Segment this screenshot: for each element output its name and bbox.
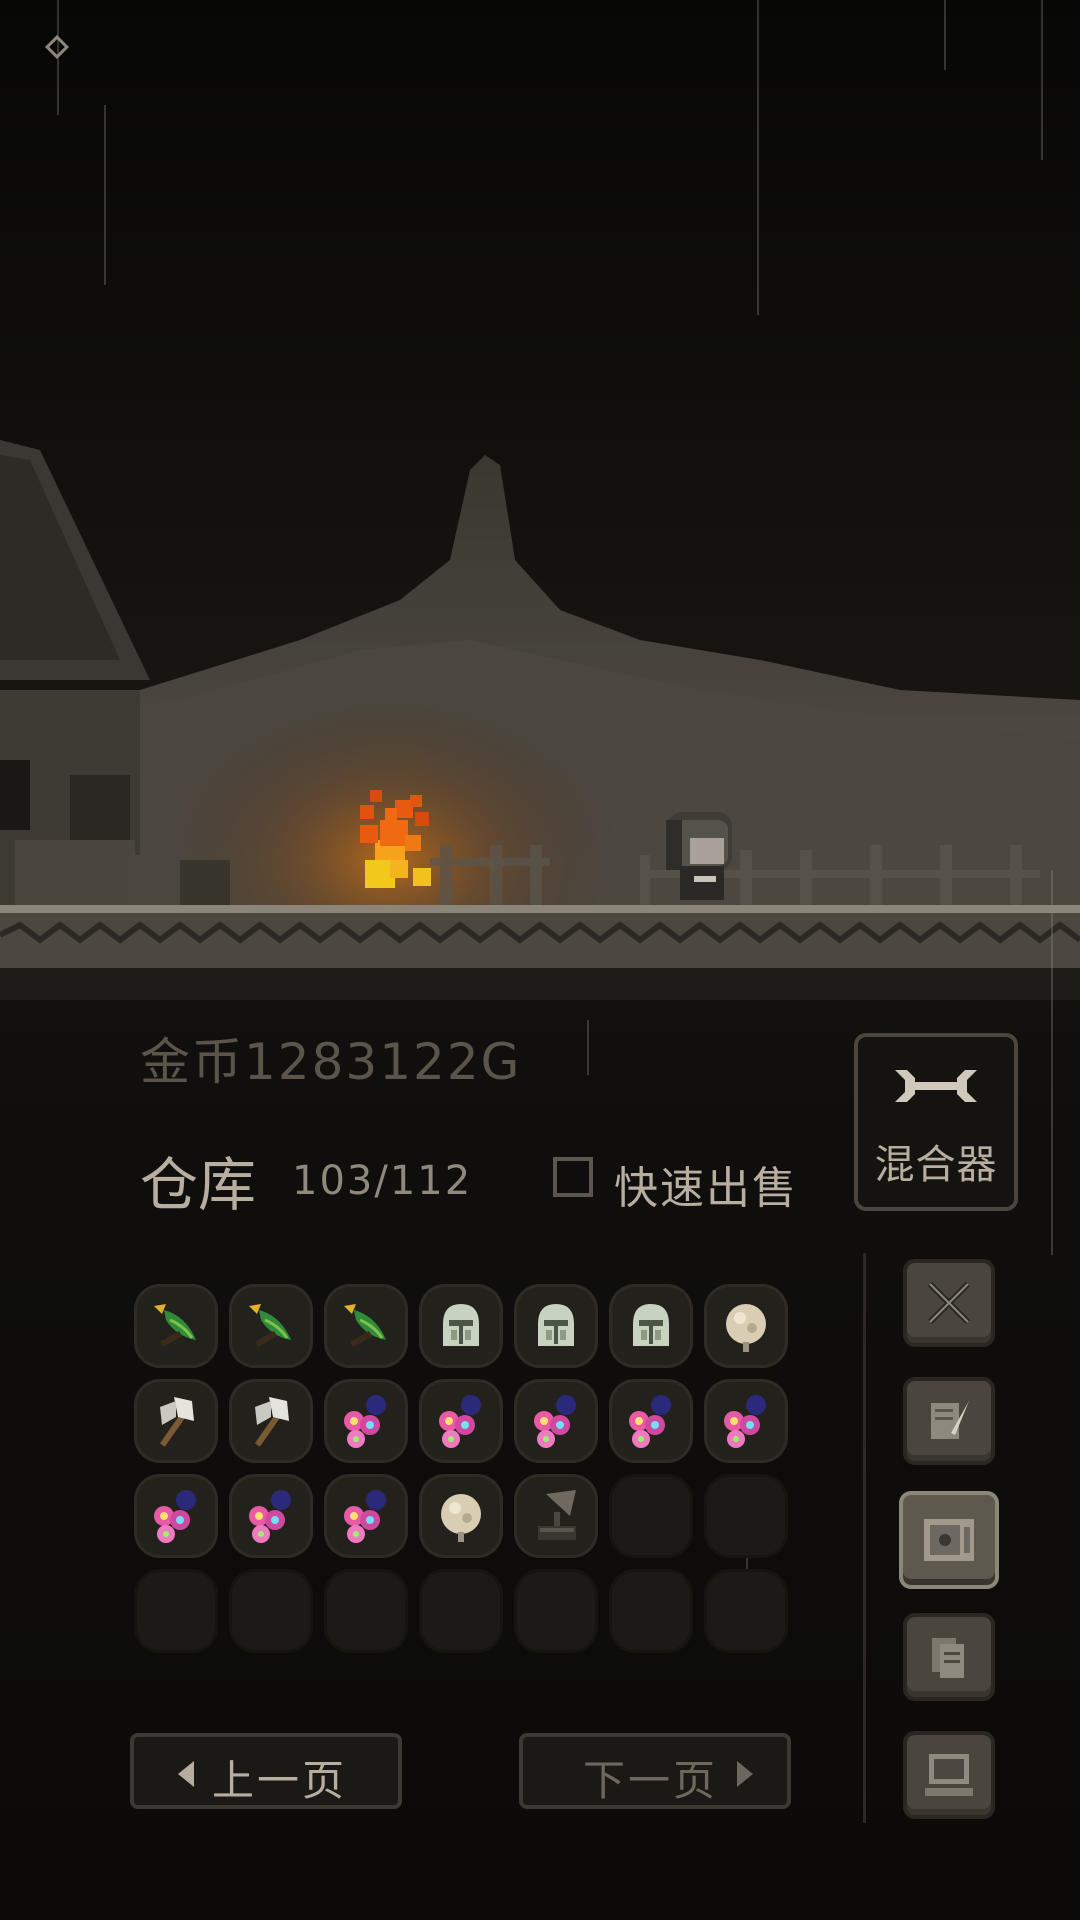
side-divider [863, 1253, 866, 1823]
side-menu-button[interactable] [903, 1377, 995, 1465]
inventory-slot[interactable] [229, 1474, 313, 1558]
inventory-slot[interactable] [229, 1569, 313, 1653]
rain-streak [587, 1020, 589, 1075]
side-menu-button[interactable] [903, 1259, 995, 1347]
quick-sell-checkbox[interactable] [553, 1157, 593, 1197]
prev-page-label: 上一页 [212, 1756, 348, 1805]
rain-streak [104, 105, 106, 285]
inventory-slot[interactable] [704, 1284, 788, 1368]
rain-streak [1051, 870, 1053, 1255]
game-screen: 金币1283122G 仓库 103/112 快速出售 混合器 上一页 下一页 [0, 0, 1080, 1920]
inventory-slot[interactable] [704, 1474, 788, 1558]
inventory-slot[interactable] [514, 1569, 598, 1653]
inventory-slot[interactable] [514, 1284, 598, 1368]
warehouse-title: 仓库 [140, 1151, 257, 1219]
inventory-slot[interactable] [704, 1379, 788, 1463]
inventory-slot[interactable] [324, 1474, 408, 1558]
inventory-slot[interactable] [229, 1284, 313, 1368]
side-menu-button[interactable] [903, 1613, 995, 1701]
inventory-slot[interactable] [419, 1569, 503, 1653]
rain-streak [944, 0, 946, 70]
warehouse-capacity: 103/112 [292, 1158, 473, 1204]
rain-streak [1041, 0, 1043, 160]
inventory-slot[interactable] [419, 1379, 503, 1463]
wrench-icon [895, 1070, 977, 1102]
inventory-slot[interactable] [609, 1474, 693, 1558]
inventory-slot[interactable] [514, 1474, 598, 1558]
inventory-slot[interactable] [609, 1284, 693, 1368]
prev-page-button[interactable]: 上一页 [130, 1733, 402, 1809]
inventory-slot[interactable] [419, 1284, 503, 1368]
inventory-slot[interactable] [134, 1474, 218, 1558]
inventory-slot[interactable] [324, 1379, 408, 1463]
quick-sell-label[interactable]: 快速出售 [614, 1152, 798, 1216]
rain-streak [757, 0, 759, 315]
inventory-slot[interactable] [324, 1569, 408, 1653]
next-page-label: 下一页 [583, 1756, 719, 1805]
inventory-slot[interactable] [134, 1379, 218, 1463]
inventory-slot[interactable] [324, 1284, 408, 1368]
arrow-left-icon [178, 1761, 194, 1787]
gold-counter: 金币1283122G [140, 1033, 522, 1091]
next-page-button[interactable]: 下一页 [519, 1733, 791, 1809]
inventory-slot[interactable] [514, 1379, 598, 1463]
rain-streak [57, 0, 59, 115]
night-scene [0, 34, 1080, 1000]
side-menu-button[interactable] [903, 1731, 995, 1819]
side-menu-button[interactable] [899, 1491, 999, 1589]
inventory-slot[interactable] [609, 1569, 693, 1653]
mixer-label: 混合器 [874, 1142, 998, 1188]
inventory-slot[interactable] [419, 1474, 503, 1558]
inventory-slot[interactable] [609, 1379, 693, 1463]
inventory-slot[interactable] [704, 1569, 788, 1653]
inventory-slot[interactable] [134, 1569, 218, 1653]
inventory-slot[interactable] [229, 1379, 313, 1463]
inventory-slot[interactable] [134, 1284, 218, 1368]
arrow-right-icon [737, 1761, 753, 1787]
